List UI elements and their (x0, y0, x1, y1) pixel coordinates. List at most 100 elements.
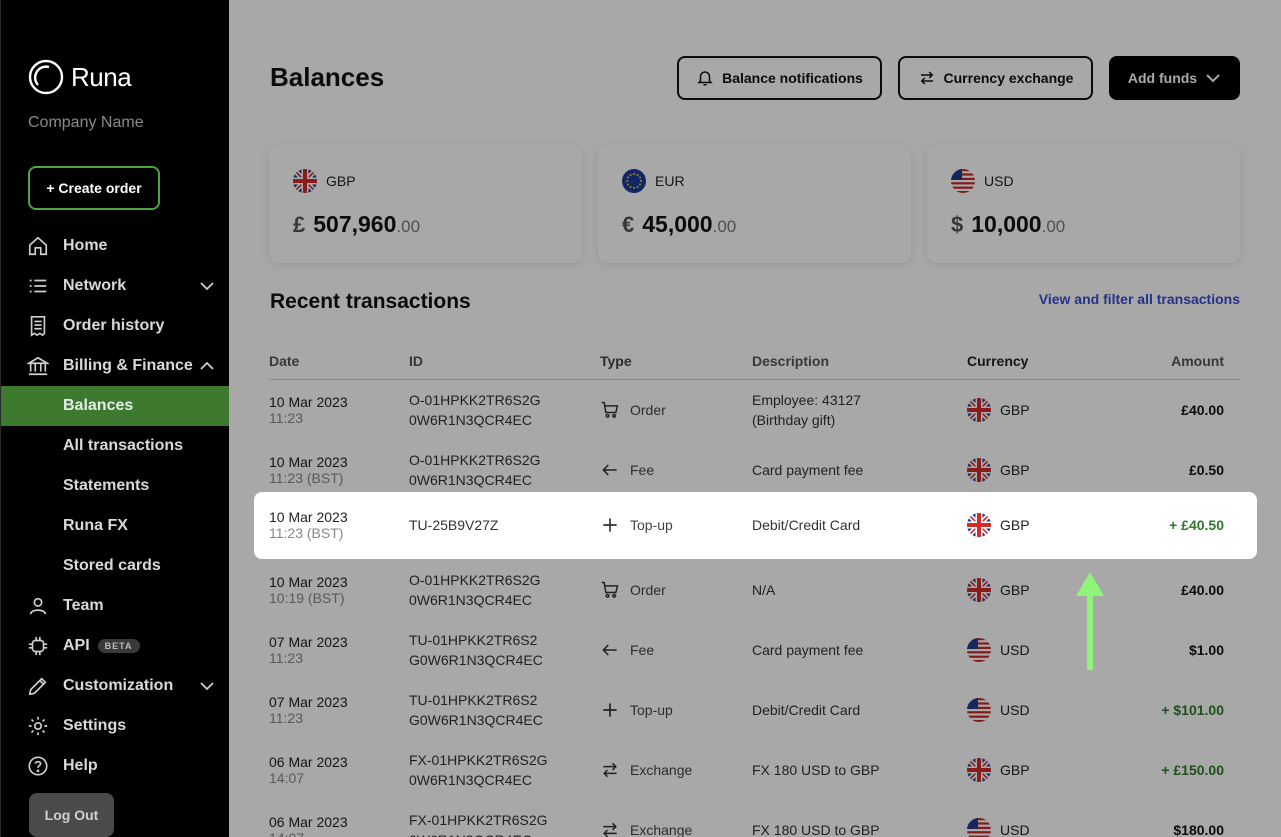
arrow-left-icon (600, 460, 620, 480)
balance-decimal: .00 (712, 217, 737, 236)
cart-icon (600, 400, 620, 420)
sidebar-item-order-history[interactable]: Order history (1, 306, 230, 346)
sidebar-item-runa-fx[interactable]: Runa FX (1, 506, 230, 546)
table-row[interactable]: 10 Mar 2023 11:23 (BST) TU-25B9V27Z Top-up D… (269, 495, 1240, 555)
transaction-time: 14:07 (269, 830, 409, 837)
sidebar-item-team[interactable]: Team (1, 586, 230, 626)
sidebar-item-all-transactions[interactable]: All transactions (1, 426, 230, 466)
column-header-id[interactable]: ID (409, 353, 600, 369)
sidebar-item-settings[interactable]: Settings (1, 706, 230, 746)
button-label: Balance notifications (722, 70, 863, 86)
person-icon (26, 594, 50, 618)
arrow-left-icon (600, 640, 620, 660)
sidebar-item-billing-finance[interactable]: Billing & Finance (1, 346, 230, 386)
cart-icon (600, 580, 620, 600)
sidebar-item-stored-cards[interactable]: Stored cards (1, 546, 230, 586)
swap-icon (600, 820, 620, 837)
chevron-down-icon[interactable] (199, 678, 215, 699)
transaction-date: 07 Mar 2023 (269, 634, 348, 650)
view-all-transactions-link[interactable]: View and filter all transactions (1039, 291, 1240, 307)
transaction-description: FX 180 USD to GBP (752, 822, 880, 837)
table-row[interactable]: 10 Mar 2023 11:23 O-01HPKK2TR6S2G 0W6R1N3QC… (269, 380, 1240, 440)
chevron-down-icon[interactable] (199, 278, 215, 299)
column-header-description[interactable]: Description (752, 353, 967, 369)
transaction-id: TU-25B9V27Z (409, 517, 499, 533)
sidebar-item-home[interactable]: Home (1, 226, 230, 266)
transaction-amount: $180.00 (1173, 822, 1224, 837)
transaction-time: 11:23 (269, 710, 303, 726)
balance-card-usd[interactable]: USD $ 10,000 .00 (927, 145, 1240, 263)
sidebar-item-label: All transactions (63, 437, 184, 454)
transaction-type: Order (630, 582, 666, 598)
transaction-description: FX 180 USD to GBP (752, 762, 880, 778)
plus-icon (600, 700, 620, 720)
add-funds-button[interactable]: Add funds (1109, 56, 1240, 100)
pencil-icon (26, 674, 50, 698)
table-row[interactable]: 10 Mar 2023 11:23 (BST) O-01HPKK2TR6S2G 0W6… (269, 440, 1240, 500)
transaction-id-cont: 0W6R1N3QCR4EC (409, 772, 532, 788)
sidebar-item-label: Stored cards (63, 557, 161, 574)
uk-flag-icon (293, 169, 317, 193)
table-row[interactable]: 07 Mar 2023 11:23 TU-01HPKK2TR6S2 G0W6R1N3Q… (269, 680, 1240, 740)
main-content: Balances Balance notifications Currency … (229, 0, 1281, 837)
transaction-amount: £0.50 (1188, 462, 1224, 478)
sidebar: Runa Company Name + Create order Home Ne… (0, 0, 230, 837)
sidebar-item-customization[interactable]: Customization (1, 666, 230, 706)
column-header-date[interactable]: Date (269, 353, 409, 369)
page-title: Balances (270, 62, 385, 92)
highlighted-transaction[interactable]: 10 Mar 2023 11:23 (BST) TU-25B9V27Z Top-up D… (254, 492, 1257, 559)
currency-symbol: £ (293, 212, 306, 237)
transaction-amount: £40.00 (1181, 402, 1224, 418)
sidebar-item-label: Billing & Finance (63, 357, 193, 374)
transaction-type: Fee (630, 462, 655, 478)
help-icon (26, 754, 50, 778)
transaction-time: 10:19 (BST) (269, 590, 345, 606)
transaction-date: 10 Mar 2023 (269, 509, 348, 525)
balance-amount: 507,960 (313, 211, 397, 237)
transaction-time: 11:23 (269, 410, 303, 426)
logout-button[interactable]: Log Out (29, 793, 114, 837)
currency-code: EUR (655, 173, 685, 189)
sidebar-item-balances[interactable]: Balances (1, 386, 230, 426)
sidebar-item-network[interactable]: Network (1, 266, 230, 306)
us-flag-icon (967, 818, 991, 837)
balance-card-eur[interactable]: EUR € 45,000 .00 (598, 145, 911, 263)
transaction-type: Order (630, 402, 666, 418)
sidebar-item-api[interactable]: API BETA (1, 626, 230, 666)
transaction-id: O-01HPKK2TR6S2G (409, 572, 541, 588)
currency-symbol: € (622, 212, 635, 237)
transaction-id: FX-01HPKK2TR6S2G (409, 812, 548, 828)
bell-icon (697, 71, 713, 86)
transaction-currency: GBP (1000, 462, 1030, 478)
column-header-type[interactable]: Type (600, 353, 752, 369)
transaction-type: Exchange (630, 762, 693, 778)
column-header-currency[interactable]: Currency (967, 353, 1127, 369)
transaction-currency: GBP (1000, 402, 1030, 418)
balance-card-gbp[interactable]: GBP £ 507,960 .00 (269, 145, 582, 263)
sidebar-item-help[interactable]: Help (1, 746, 230, 786)
currency-code: USD (984, 173, 1014, 189)
chevron-up-icon[interactable] (199, 358, 215, 379)
table-header: Date ID Type Description Currency Amount (269, 342, 1240, 380)
balance-notifications-button[interactable]: Balance notifications (677, 56, 882, 100)
sidebar-item-label: API (63, 637, 90, 654)
balance-decimal: .00 (396, 217, 421, 236)
chevron-down-icon (1206, 74, 1220, 83)
table-row[interactable]: 06 Mar 202314:07FX-01HPKK2TR6S2G0W6R1N3Q… (269, 740, 1240, 800)
column-header-amount[interactable]: Amount (1127, 353, 1224, 369)
gear-icon (26, 714, 50, 738)
bank-icon (26, 354, 50, 378)
currency-exchange-button[interactable]: Currency exchange (898, 56, 1093, 100)
sidebar-item-statements[interactable]: Statements (1, 466, 230, 506)
transaction-description: Debit/Credit Card (752, 702, 861, 718)
transaction-type: Top-up (630, 702, 673, 718)
transaction-amount: £40.00 (1181, 582, 1224, 598)
runa-logo[interactable]: Runa (27, 58, 132, 96)
create-order-button[interactable]: + Create order (28, 166, 160, 210)
transaction-amount: + £40.50 (1169, 517, 1224, 533)
table-row[interactable]: 06 Mar 202314:07FX-01HPKK2TR6S2G0W6R1N3Q… (269, 800, 1240, 837)
plus-icon (600, 515, 620, 535)
uk-flag-icon (967, 513, 991, 537)
transaction-date: 10 Mar 2023 (269, 574, 348, 590)
sidebar-item-label: Balances (63, 397, 134, 414)
